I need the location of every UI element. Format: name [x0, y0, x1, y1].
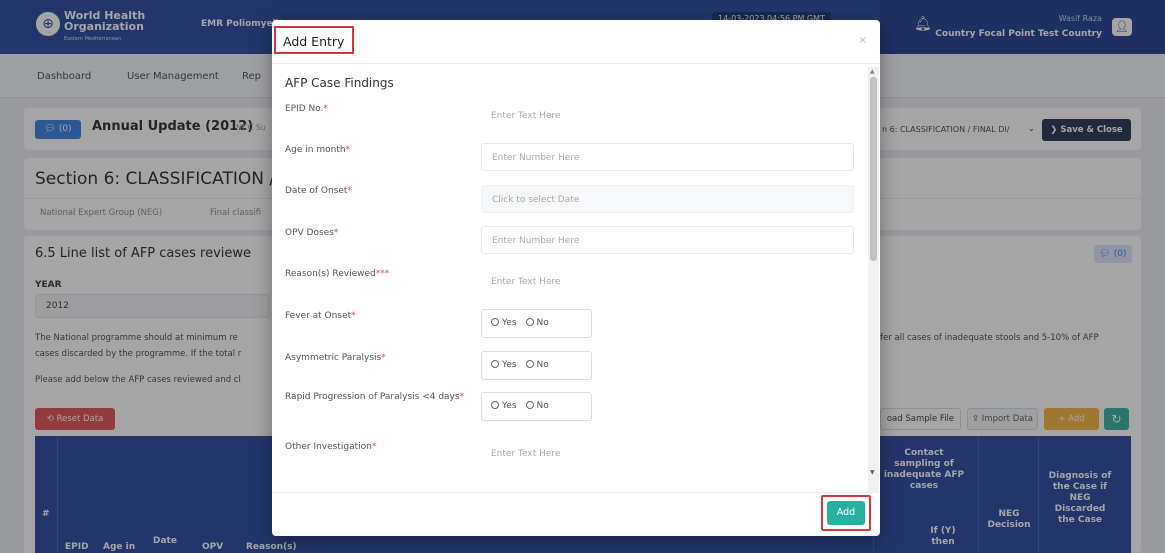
required-marker: *: [333, 228, 339, 238]
onset-date-label-text: Date of Onset: [285, 186, 348, 196]
dialog-scrollbar[interactable]: ▲ ▼: [868, 67, 879, 492]
reason-label: Reason(s) Reviewed***: [285, 268, 470, 281]
rapid-progression-label: Rapid Progression of Paralysis <4 days*: [285, 391, 470, 404]
add-button-highlight: Add: [821, 495, 871, 531]
fever-no-radio[interactable]: [525, 318, 534, 326]
epid-input[interactable]: Enter Text Here: [481, 102, 854, 130]
fever-label-text: Fever at Onset: [285, 311, 352, 321]
other-investigation-label-text: Other Investigation: [285, 442, 372, 452]
required-marker: *: [345, 145, 351, 155]
age-label-text: Age in month: [285, 145, 346, 155]
opv-doses-input[interactable]: Enter Number Here: [481, 226, 854, 254]
reason-label-text: Reason(s) Reviewed: [285, 269, 376, 279]
opv-doses-label: OPV Doses*: [285, 227, 470, 240]
add-entry-dialog: Add Entry × AFP Case Findings EPID No.* …: [272, 20, 880, 536]
scrollbar-thumb[interactable]: [870, 77, 877, 261]
rapid-progression-yes-radio[interactable]: [491, 401, 499, 409]
required-marker: ***: [375, 269, 390, 279]
add-entry-button[interactable]: Add: [827, 501, 865, 525]
scroll-up-icon[interactable]: ▲: [870, 68, 875, 75]
onset-date-label: Date of Onset*: [285, 185, 470, 198]
required-marker: *: [323, 104, 329, 114]
rapid-progression-label-text: Rapid Progression of Paralysis <4 days: [285, 392, 460, 402]
opv-doses-label-text: OPV Doses: [285, 228, 334, 238]
epid-label-text: EPID No.: [285, 104, 324, 114]
age-label: Age in month*: [285, 144, 470, 157]
fever-label: Fever at Onset*: [285, 310, 470, 323]
close-icon[interactable]: ×: [859, 35, 867, 46]
dialog-title: Add Entry: [274, 26, 354, 54]
required-marker: *: [381, 353, 386, 363]
dialog-body: AFP Case Findings EPID No.* Enter Text H…: [272, 67, 880, 492]
asymmetric-label-text: Asymmetric Paralysis: [285, 353, 382, 363]
reason-input[interactable]: Enter Text Here: [481, 268, 854, 296]
dialog-footer: Add: [272, 492, 880, 536]
dialog-header: Add Entry ×: [272, 20, 880, 64]
asymmetric-radio-group: Yes No: [481, 351, 592, 380]
fever-radio-group: Yes No: [481, 309, 592, 338]
asymmetric-yes-radio[interactable]: [491, 360, 499, 368]
form-group-title: AFP Case Findings: [285, 76, 394, 90]
fever-yes-label[interactable]: Yes: [502, 318, 517, 328]
asymmetric-yes-label[interactable]: Yes: [502, 360, 517, 370]
required-marker: *: [347, 186, 352, 196]
asymmetric-no-label[interactable]: No: [537, 360, 549, 370]
required-marker: *: [371, 442, 377, 452]
asymmetric-label: Asymmetric Paralysis*: [285, 352, 470, 365]
rapid-progression-yes-label[interactable]: Yes: [502, 401, 517, 411]
fever-no-label[interactable]: No: [537, 318, 549, 328]
scroll-down-icon[interactable]: ▼: [870, 469, 875, 476]
asymmetric-no-radio[interactable]: [525, 360, 534, 368]
other-investigation-input[interactable]: Enter Text Here: [481, 440, 854, 468]
epid-label: EPID No.*: [285, 103, 470, 116]
required-marker: *: [459, 392, 465, 402]
fever-yes-radio[interactable]: [491, 318, 499, 326]
other-investigation-label: Other Investigation*: [285, 441, 470, 454]
age-input[interactable]: Enter Number Here: [481, 143, 854, 171]
rapid-progression-no-label[interactable]: No: [537, 401, 549, 411]
onset-date-picker[interactable]: Click to select Date: [481, 185, 854, 213]
rapid-progression-no-radio[interactable]: [525, 401, 534, 409]
required-marker: *: [351, 311, 356, 321]
rapid-progression-radio-group: Yes No: [481, 392, 592, 421]
